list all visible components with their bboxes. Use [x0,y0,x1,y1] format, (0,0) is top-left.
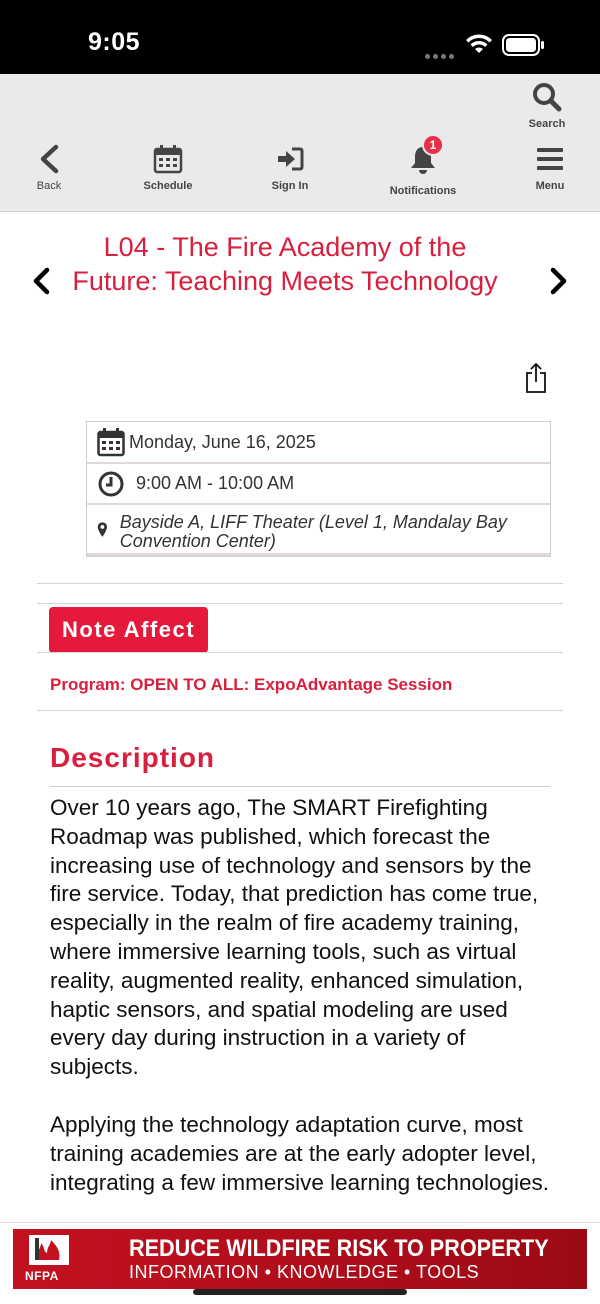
search-button[interactable]: Search [522,82,572,130]
schedule-label: Schedule [143,180,193,192]
description-rule [50,786,550,787]
sign-in-icon [278,147,304,171]
note-affect-badge: Note Affect [49,607,209,653]
description-heading: Description [50,742,216,773]
divider [37,710,563,711]
session-location: Bayside A, LIFF Theater (Level 1, Mandal… [119,512,507,551]
ad-headline: REDUCE WILDFIRE RISK TO PROPERTY [129,1235,549,1262]
divider [37,583,563,584]
sign-in-label: Sign In [271,180,309,192]
session-time-row: 9:00 AM - 10:00 AM [87,464,550,505]
sign-in-button[interactable]: Sign In [255,144,325,192]
back-chevron-icon [40,144,59,174]
battery-icon [502,34,544,56]
menu-label: Menu [535,180,565,192]
session-date: Monday, June 16, 2025 [129,431,316,452]
session-title: L04 - The Fire Academy of the Future: Te… [72,232,498,296]
status-bar: 9:05 [0,0,600,74]
wifi-icon [466,34,492,53]
search-icon [533,83,562,112]
nfpa-logo-text: NFPA [25,1269,59,1283]
calendar-icon [97,428,125,457]
hamburger-menu-icon [537,148,563,170]
session-time: 9:00 AM - 10:00 AM [136,473,295,493]
home-indicator[interactable] [193,1289,407,1295]
back-label: Back [36,180,62,192]
notifications-label: Notifications [389,185,457,197]
ad-banner[interactable]: NFPA REDUCE WILDFIRE RISK TO PROPERTY IN… [13,1229,587,1289]
search-label: Search [528,118,566,130]
session-info-box: Monday, June 16, 2025 9:00 AM - 10:00 AM… [86,421,551,557]
schedule-button[interactable]: Schedule [130,144,206,192]
nfpa-logo-mark [29,1235,69,1265]
signal-icon [425,46,457,64]
share-icon[interactable] [524,362,548,394]
map-pin-icon [97,522,107,537]
status-time: 9:05 [88,28,141,56]
clock-icon [98,471,124,496]
chevron-right-icon[interactable] [548,266,570,296]
notifications-button[interactable]: 1 Notifications [378,134,468,197]
session-date-row: Monday, June 16, 2025 [87,422,550,464]
top-toolbar: Search Back Schedule Sign In 1 Notificat… [0,74,600,212]
session-location-row: Bayside A, LIFF Theater (Level 1, Mandal… [87,505,550,556]
chevron-left-icon[interactable] [30,266,52,296]
divider [37,652,563,653]
nfpa-logo: NFPA [21,1233,85,1285]
description-paragraph: Applying the technology adaptation curve… [50,1111,550,1195]
session-title-row: L04 - The Fire Academy of the Future: Te… [0,230,600,340]
description-paragraph: Over 10 years ago, The SMART Firefightin… [50,795,539,1080]
ad-subline: INFORMATION • KNOWLEDGE • TOOLS [129,1262,480,1282]
description-body: Over 10 years ago, The SMART Firefightin… [50,794,550,1226]
notification-count-badge: 1 [422,134,444,156]
calendar-icon [153,145,183,174]
back-button[interactable]: Back [24,144,74,192]
program-link[interactable]: Program: OPEN TO ALL: ExpoAdvantage Sess… [50,675,452,695]
menu-button[interactable]: Menu [525,144,575,192]
divider [37,603,563,604]
